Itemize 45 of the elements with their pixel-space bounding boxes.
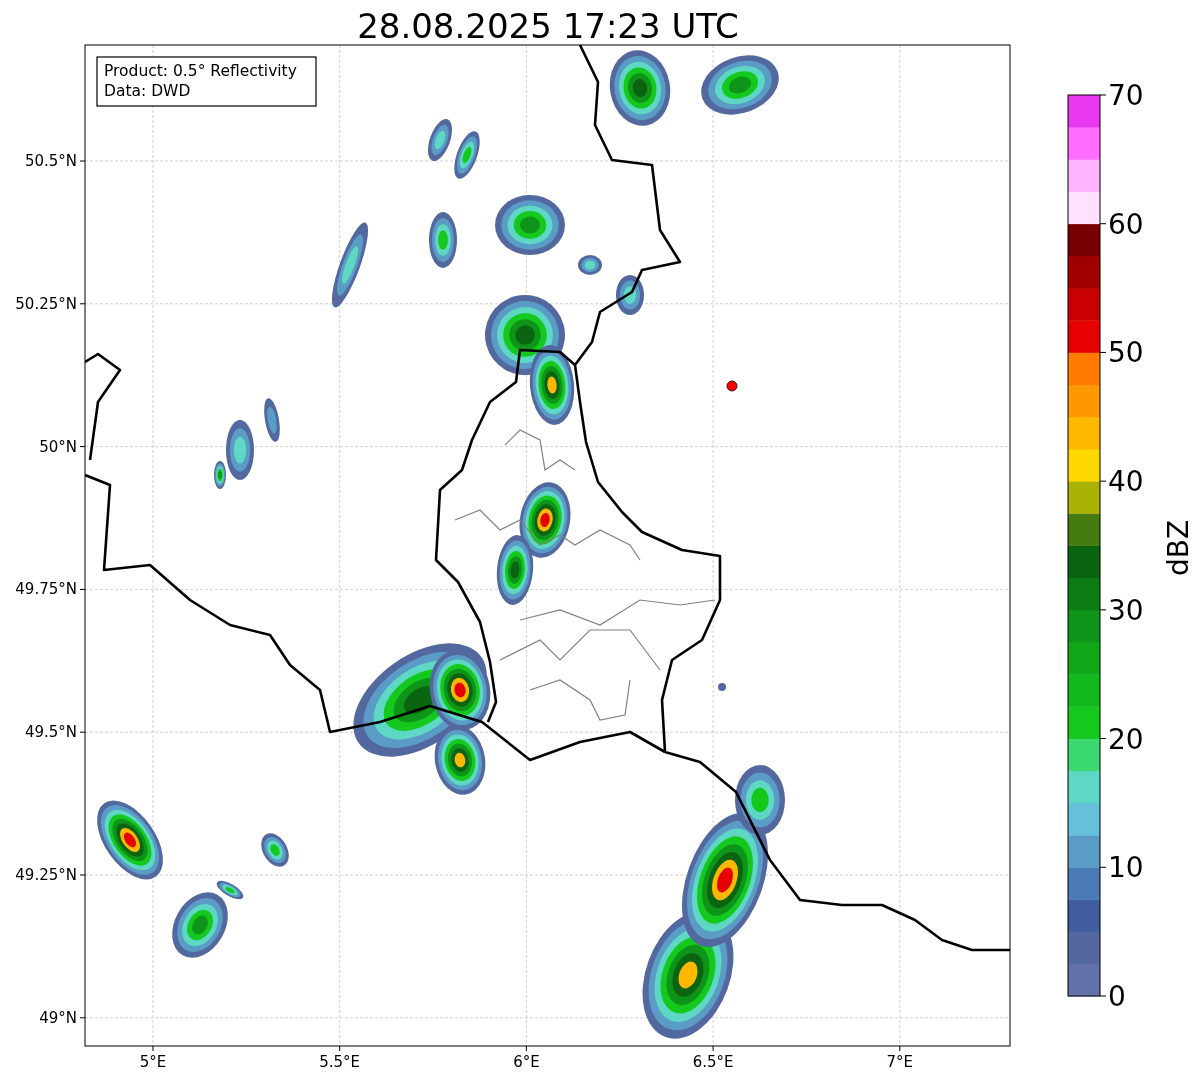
tick-mark [1099, 995, 1107, 997]
tick-mark [79, 1017, 86, 1019]
x-tick-label: 5.5°E [319, 1053, 361, 1071]
colorbar-tick-label: 70 [1108, 79, 1144, 112]
tick-mark [79, 874, 86, 876]
tick-mark [1099, 480, 1107, 482]
tick-mark [79, 446, 86, 448]
tick-mark [899, 1045, 901, 1052]
x-tick-label: 6.5°E [692, 1053, 734, 1071]
colorbar-tick-label: 20 [1108, 722, 1144, 756]
tick-mark [339, 1045, 341, 1052]
tick-mark [712, 1045, 714, 1052]
tick-mark [1099, 351, 1107, 353]
y-tick-label: 49°N [39, 1008, 77, 1027]
tick-mark [1099, 223, 1107, 225]
x-tick-label: 7°E [886, 1053, 914, 1071]
colorbar-tick-label: 60 [1108, 207, 1144, 241]
tick-mark [1099, 94, 1107, 96]
tick-mark [79, 731, 86, 733]
y-tick-label: 50.25°N [15, 294, 77, 313]
y-tick-label: 49.25°N [15, 866, 77, 884]
info-text: Data: DWD [104, 82, 191, 100]
location-marker [726, 380, 738, 392]
tick-mark [79, 303, 86, 305]
y-tick-label: 49.75°N [15, 580, 77, 599]
x-tick-label: 5°E [139, 1053, 167, 1071]
colorbar-tick-label: 50 [1108, 336, 1144, 370]
colorbar-tick-label: 30 [1108, 593, 1144, 627]
colorbar-tick-label: 40 [1108, 465, 1144, 499]
y-tick-label: 50°N [39, 437, 77, 456]
tick-mark [1099, 866, 1107, 868]
tick-mark [525, 1045, 527, 1052]
x-tick-label: 6°E [513, 1053, 540, 1071]
tick-mark [1099, 609, 1107, 611]
plot-title: 28.08.2025 17:23 UTC [357, 6, 739, 46]
y-tick-label: 49.5°N [24, 723, 77, 742]
colorbar-tick-label: 0 [1108, 980, 1126, 1013]
tick-mark [79, 588, 86, 590]
tick-mark [79, 160, 86, 162]
y-tick-label: 50.5°N [24, 152, 77, 170]
tick-mark [1099, 738, 1107, 740]
colorbar-label: dBZ [1162, 519, 1195, 577]
info-text: Product: 0.5° Reflectivity [104, 62, 297, 80]
colorbar-tick-label: 10 [1108, 851, 1144, 885]
tick-mark [152, 1045, 154, 1052]
